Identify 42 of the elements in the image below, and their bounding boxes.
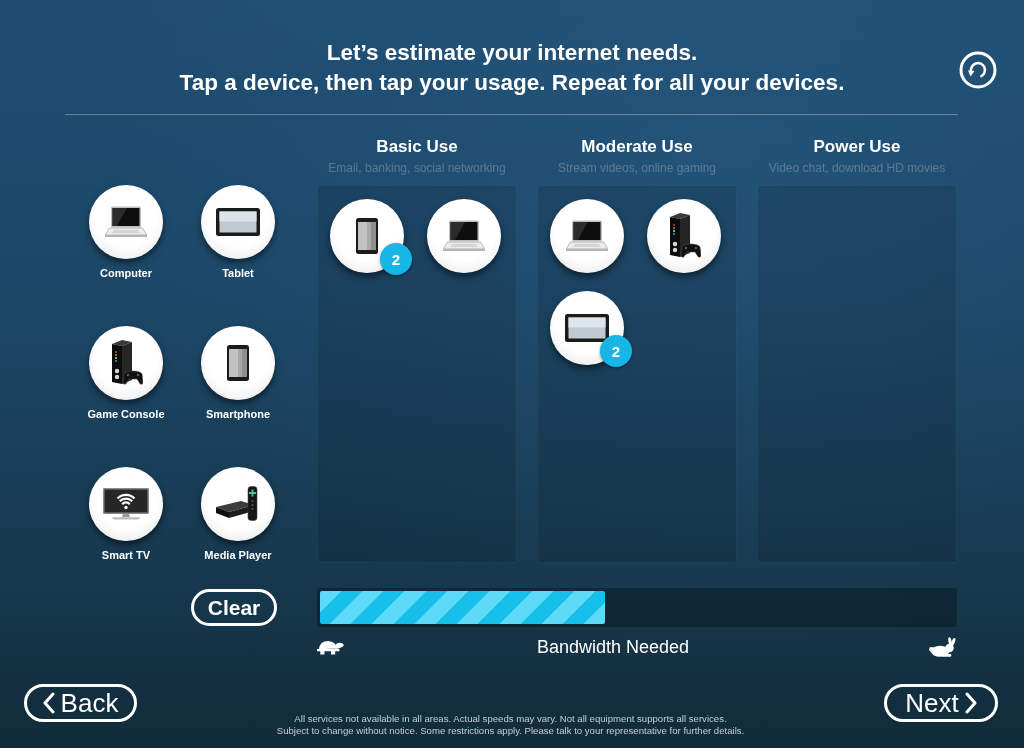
usage-title: Power Use (813, 137, 901, 157)
turtle-icon (317, 638, 345, 656)
device-label: Smart TV (101, 548, 151, 562)
disclaimer-text: All services not available in all areas. Actual speeds may vary. Not all equipment supports all services. Subject to change without notice. Some restrictions apply. Please talk to your representative for further details. (275, 713, 746, 737)
wifi-tv-icon (103, 488, 149, 520)
reset-icon[interactable] (959, 51, 997, 89)
assigned-device-button[interactable] (647, 199, 721, 273)
tablet-icon (216, 208, 260, 236)
count-badge: 2 (380, 243, 412, 275)
usage-title: Basic Use (376, 137, 458, 157)
chevron-right-icon (964, 692, 977, 714)
smartphone-icon (356, 218, 378, 254)
back-button[interactable]: Back (24, 684, 137, 722)
device-button[interactable] (89, 185, 163, 259)
game-console-icon (109, 340, 143, 386)
chevron-left-icon (42, 692, 55, 714)
bandwidth-label: Bandwidth Needed (535, 636, 691, 658)
device-button[interactable] (201, 467, 275, 541)
device-label: Smartphone (205, 407, 271, 421)
device-button[interactable] (89, 326, 163, 400)
device-label: Media Player (204, 548, 272, 562)
device-button[interactable] (201, 185, 275, 259)
set-top-box-icon (216, 486, 260, 522)
laptop-icon (443, 220, 485, 252)
device-label: Tablet (222, 266, 254, 280)
laptop-icon (105, 206, 147, 238)
device-button[interactable] (201, 326, 275, 400)
count-badge: 2 (600, 335, 632, 367)
device-label: Computer (100, 266, 152, 280)
rabbit-icon (929, 636, 957, 658)
instruction-heading: Let’s estimate your internet needs. Tap a device, then tap your usage. Repeat for all your devices. (179, 39, 845, 97)
smartphone-icon (227, 345, 249, 381)
usage-title: Moderate Use (581, 137, 693, 157)
next-button[interactable]: Next (884, 684, 998, 722)
device-label: Game Console (87, 407, 165, 421)
tablet-icon (565, 314, 609, 342)
laptop-icon (566, 220, 608, 252)
device-button[interactable] (89, 467, 163, 541)
assigned-device-button[interactable] (427, 199, 501, 273)
clear-button[interactable]: Clear (191, 589, 277, 626)
assigned-device-button[interactable] (550, 199, 624, 273)
game-console-icon (667, 213, 701, 259)
